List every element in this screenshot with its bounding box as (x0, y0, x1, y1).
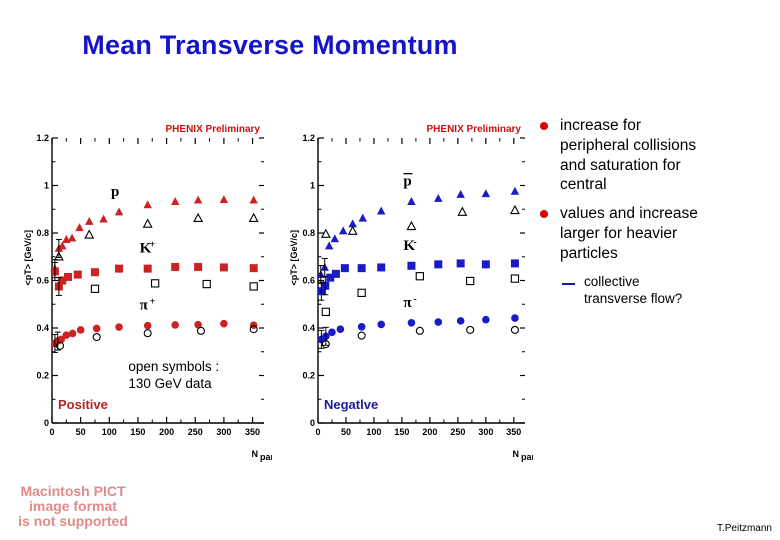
pict-line-3: is not supported (18, 513, 128, 530)
slide-canvas: Mean Transverse Momentum 0 0.2 0.4 0.6 0.8 1 1… (0, 0, 780, 540)
svg-text:Positive: Positive (58, 397, 108, 412)
svg-text:150: 150 (394, 427, 409, 437)
bullet-dot-icon (540, 122, 548, 130)
svg-text:π: π (140, 298, 149, 314)
pict-line-1: Macintosh PICT (20, 483, 126, 499)
bullet-text: increase for peripheral collisions and s… (560, 117, 697, 194)
svg-text:250: 250 (188, 427, 203, 437)
svg-text:0: 0 (310, 418, 315, 428)
svg-text:300: 300 (216, 427, 231, 437)
svg-text:350: 350 (506, 427, 521, 437)
svg-text:open symbols :: open symbols : (128, 359, 219, 374)
svg-text:150: 150 (130, 427, 145, 437)
svg-text:100: 100 (366, 427, 381, 437)
pict-line-2: image format (29, 498, 117, 515)
svg-text:350: 350 (245, 427, 260, 437)
svg-text:0.6: 0.6 (36, 276, 49, 286)
svg-text:1: 1 (44, 181, 49, 191)
svg-text:130 GeV data: 130 GeV data (128, 376, 212, 391)
bullet-item-1: values and increase larger for heavier p… (528, 204, 772, 263)
svg-text:<pT> [GeV/c]: <pT> [GeV/c] (289, 230, 299, 286)
svg-text:+: + (150, 240, 156, 251)
svg-text:50: 50 (76, 427, 86, 437)
svg-text:0.8: 0.8 (36, 228, 49, 238)
svg-text:0.4: 0.4 (36, 323, 49, 333)
svg-text:200: 200 (422, 427, 437, 437)
svg-text:1: 1 (310, 181, 315, 191)
svg-text:200: 200 (159, 427, 174, 437)
svg-text:1.2: 1.2 (302, 133, 315, 143)
bullet-list: increase for peripheral collisions and s… (528, 116, 772, 308)
svg-text:300: 300 (478, 427, 493, 437)
svg-text:0.4: 0.4 (302, 323, 315, 333)
svg-text:PHENIX Preliminary: PHENIX Preliminary (166, 124, 261, 135)
svg-text:PHENIX Preliminary: PHENIX Preliminary (427, 124, 522, 135)
svg-text:part: part (260, 452, 272, 462)
svg-text:1.2: 1.2 (36, 133, 49, 143)
svg-text:Negatlve: Negatlve (324, 397, 378, 412)
svg-text:100: 100 (102, 427, 117, 437)
chart-positive: 0 0.2 0.4 0.6 0.8 1 1.2 0 50 100 150 200 250 300 350 <p… (22, 118, 272, 463)
bullet-dot-icon (540, 210, 548, 219)
svg-text:0.2: 0.2 (36, 371, 49, 381)
bullet-item-0: increase for peripheral collisions and s… (528, 116, 772, 195)
bullet-text: values and increase larger for heavier p… (560, 205, 698, 262)
svg-text:0: 0 (44, 418, 49, 428)
svg-text:0.2: 0.2 (302, 371, 315, 381)
svg-text:0: 0 (315, 427, 320, 437)
author-credit: T.Peitzmann (716, 523, 772, 534)
svg-text:-: - (413, 237, 416, 248)
sub-bullet-text: collective transverse flow? (584, 273, 683, 307)
sub-bullet-item-0: collective transverse flow? (562, 273, 772, 308)
svg-text:+: + (150, 297, 156, 308)
svg-text:π: π (403, 295, 412, 311)
svg-text:0: 0 (49, 427, 54, 437)
svg-text:50: 50 (341, 427, 351, 437)
svg-text:<pT> [GeV/c]: <pT> [GeV/c] (23, 230, 33, 286)
svg-text:0.6: 0.6 (302, 276, 315, 286)
svg-text:0.8: 0.8 (302, 228, 315, 238)
svg-text:250: 250 (450, 427, 465, 437)
svg-text:N: N (513, 449, 520, 459)
pict-placeholder: Macintosh PICT image format is not suppo… (0, 483, 158, 530)
svg-text:part: part (521, 452, 533, 462)
svg-text:-: - (413, 294, 416, 305)
svg-text:p: p (403, 174, 411, 190)
dash-icon (562, 282, 575, 285)
chart-negative: 0 0.2 0.4 0.6 0.8 1 1.2 0 50 100 150 200 250 300 350 <p… (288, 118, 533, 463)
svg-text:p: p (111, 184, 119, 200)
page-title: Mean Transverse Momentum (82, 30, 458, 60)
svg-text:N: N (252, 449, 259, 459)
